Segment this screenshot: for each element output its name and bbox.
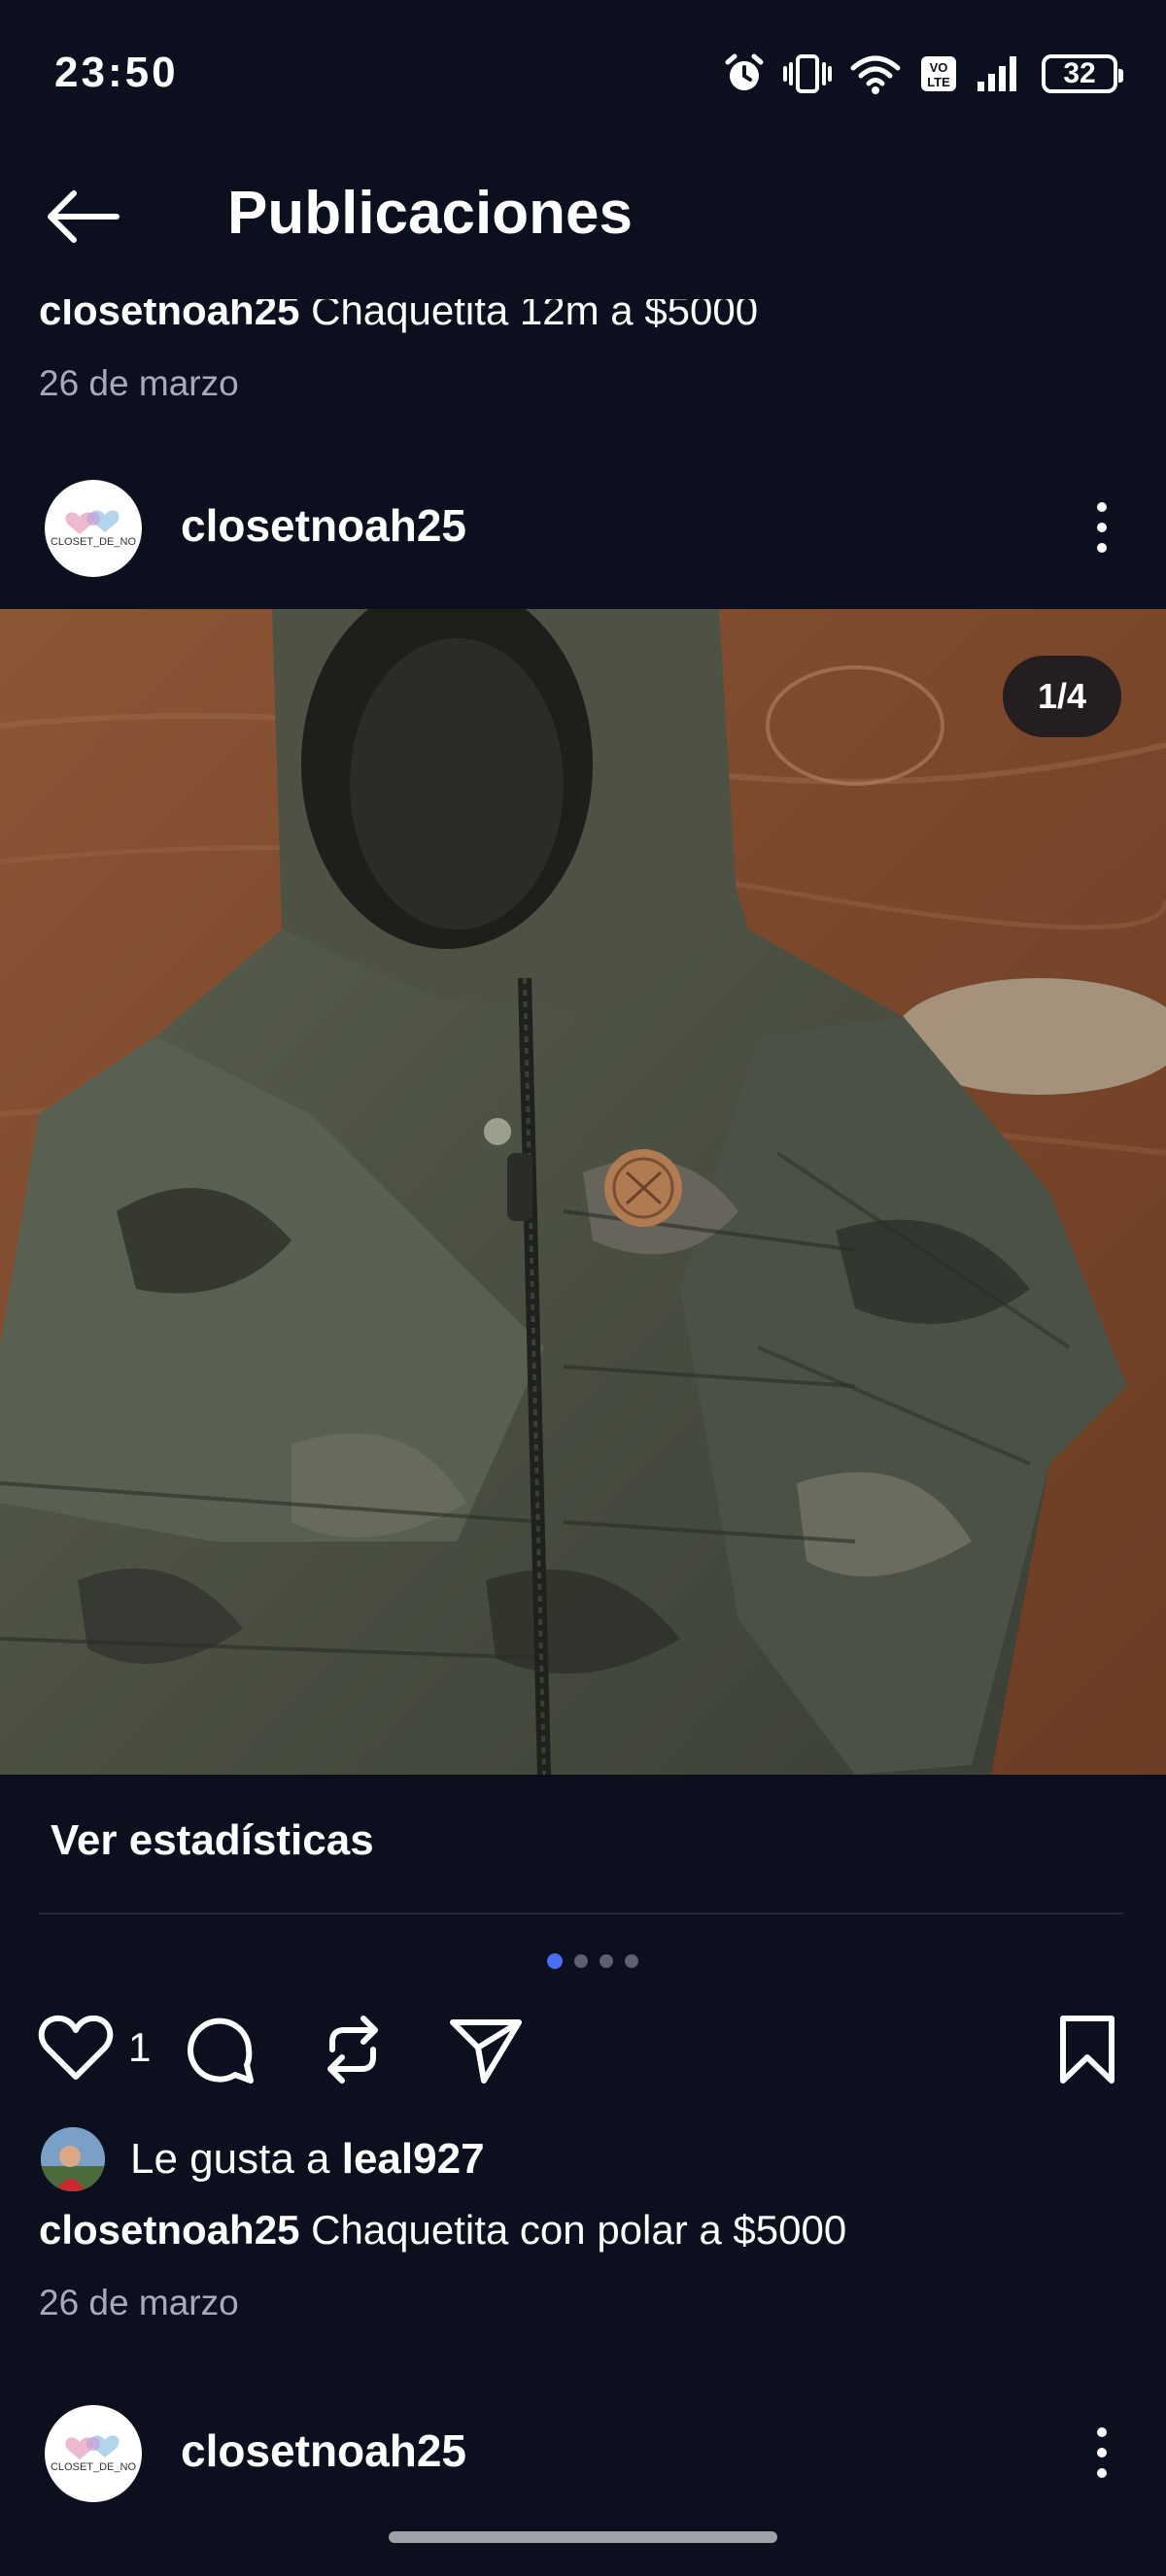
liked-by-text: Le gusta a leal927 (130, 2135, 485, 2184)
like-count: 1 (128, 2024, 152, 2070)
camo-jacket-photo (0, 609, 1166, 1775)
previous-post-caption-text: Chaquetita 12m a $5000 (311, 288, 759, 333)
liked-by-prefix: Le gusta a (130, 2135, 342, 2183)
liked-by-username[interactable]: leal927 (342, 2135, 485, 2183)
comment-button[interactable] (185, 2013, 258, 2086)
carousel-dot-active (547, 1953, 563, 1969)
previous-post-username[interactable]: closetnoah25 (39, 299, 299, 333)
arrow-left-icon (48, 190, 120, 243)
status-icons: VO LTE 32 (723, 47, 1123, 101)
post-username[interactable]: closetnoah25 (181, 499, 466, 552)
back-button[interactable] (45, 183, 132, 251)
post-caption: closetnoah25 Chaquetita con polar a $500… (39, 2207, 846, 2254)
previous-post-caption: closetnoah25 Chaquetita 12m a $5000 (39, 288, 759, 334)
volte-icon: VO LTE (921, 56, 956, 91)
send-icon (450, 2019, 522, 2084)
carousel-dot (574, 1954, 588, 1968)
caption-text: Chaquetita con polar a $5000 (311, 2207, 847, 2253)
post-header: CLOSET_DE_NO closetnoah25 (0, 474, 1166, 581)
carousel-dot (625, 1954, 638, 1968)
more-options-button[interactable] (1073, 493, 1131, 561)
comment-bubble-icon (188, 2017, 254, 2084)
liked-by-row[interactable]: Le gusta a leal927 (41, 2125, 485, 2193)
alarm-icon (725, 53, 764, 90)
avatar-brand-text: CLOSET_DE_NO (50, 2461, 137, 2473)
home-indicator[interactable] (389, 2531, 777, 2543)
image-counter-badge: 1/4 (1003, 656, 1121, 737)
status-time: 23:50 (54, 49, 179, 96)
like-button[interactable]: 1 (37, 2013, 151, 2083)
next-post-header: CLOSET_DE_NO closetnoah25 (0, 2399, 1166, 2506)
svg-text:VO: VO (930, 60, 948, 75)
vibrate-icon (783, 54, 832, 93)
battery-icon: 32 (1042, 54, 1123, 93)
threads-post-screen: 23:50 VO LTE 32 Publicaciones closetnoah… (0, 0, 1166, 2576)
liker-avatar (41, 2127, 105, 2191)
avatar-logo-icon (65, 510, 120, 534)
save-button[interactable] (1055, 2013, 1119, 2086)
avatar[interactable]: CLOSET_DE_NO (45, 2405, 142, 2502)
more-options-button[interactable] (1073, 2419, 1131, 2487)
avatar-logo-icon (65, 2435, 120, 2459)
divider (39, 1913, 1123, 1915)
more-dot-icon (1097, 2448, 1107, 2457)
wifi-icon (850, 55, 901, 94)
more-dot-icon (1097, 543, 1107, 553)
avatar[interactable]: CLOSET_DE_NO (45, 480, 142, 577)
repost-button[interactable] (317, 2013, 389, 2086)
heart-icon (38, 2015, 114, 2080)
top-header: Publicaciones (0, 165, 1166, 262)
svg-text:LTE: LTE (927, 75, 950, 89)
signal-icon (977, 56, 1016, 91)
status-bar: 23:50 VO LTE 32 (0, 0, 1166, 146)
more-dot-icon (1097, 523, 1107, 532)
caption-username[interactable]: closetnoah25 (39, 2207, 299, 2253)
carousel-indicator (0, 1953, 1166, 1969)
more-dot-icon (1097, 2427, 1107, 2437)
action-bar: 1 (0, 2007, 1166, 2094)
next-post-username[interactable]: closetnoah25 (181, 2424, 466, 2477)
share-button[interactable] (447, 2013, 525, 2086)
page-title: Publicaciones (227, 180, 633, 247)
more-dot-icon (1097, 502, 1107, 512)
post-date: 26 de marzo (39, 2283, 239, 2322)
battery-level: 32 (1063, 57, 1096, 89)
repost-icon (327, 2016, 378, 2084)
view-stats-link[interactable]: Ver estadísticas (51, 1816, 374, 1865)
liker-avatar-image (41, 2127, 105, 2191)
more-dot-icon (1097, 2468, 1107, 2478)
avatar-brand-text: CLOSET_DE_NO (50, 536, 137, 548)
bookmark-icon (1060, 2016, 1115, 2084)
carousel-dot (600, 1954, 613, 1968)
post-image[interactable]: 1/4 (0, 609, 1166, 1775)
previous-post-date: 26 de marzo (39, 363, 239, 403)
